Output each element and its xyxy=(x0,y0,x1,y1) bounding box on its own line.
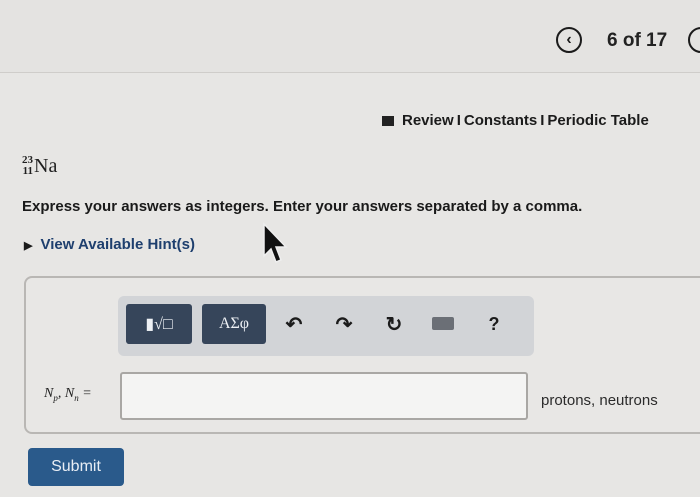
resource-links: Review I Constants I Periodic Table xyxy=(382,112,649,129)
answer-variable-label: Np, Nn = xyxy=(44,386,92,403)
instruction-text: Express your answers as integers. Enter … xyxy=(22,198,583,215)
math-toolbar: ▮√□ AΣφ ↶ ↷ ↻ ? xyxy=(118,296,534,356)
constants-link[interactable]: Constants xyxy=(464,112,537,129)
atomic-number: 11 xyxy=(22,165,33,177)
review-link[interactable]: Review xyxy=(402,112,454,129)
hints-label: View Available Hint(s) xyxy=(40,236,195,253)
nuclide-symbol: 23 11 Na xyxy=(22,150,57,182)
help-icon[interactable]: ? xyxy=(482,310,506,338)
periodic-table-link[interactable]: Periodic Table xyxy=(547,112,648,129)
nuclide-scripts: 23 11 xyxy=(22,155,33,177)
previous-button[interactable]: ‹ xyxy=(556,27,582,53)
link-separator: I xyxy=(540,112,545,129)
top-bar: ‹ 6 of 17 xyxy=(0,0,700,73)
page-count: 6 of 17 xyxy=(607,30,668,51)
equals-sign: = xyxy=(82,386,92,401)
subscript-n: n xyxy=(74,392,79,403)
view-hints-link[interactable]: ▶ View Available Hint(s) xyxy=(24,236,195,253)
units-label: protons, neutrons xyxy=(541,392,658,409)
next-button[interactable] xyxy=(688,27,700,53)
mouse-pointer-icon xyxy=(263,222,288,263)
caret-right-icon: ▶ xyxy=(24,240,33,252)
comma: , xyxy=(57,386,62,401)
element-symbol: Na xyxy=(34,154,58,177)
review-icon xyxy=(382,115,394,126)
reset-icon[interactable]: ↻ xyxy=(382,310,406,338)
answer-input[interactable] xyxy=(120,372,528,420)
n-symbol: N xyxy=(64,386,75,401)
n-symbol: N xyxy=(44,386,54,401)
chevron-left-icon: ‹ xyxy=(566,31,572,48)
symbols-button[interactable]: AΣφ xyxy=(202,304,266,344)
undo-icon[interactable]: ↶ xyxy=(282,310,306,338)
templates-button[interactable]: ▮√□ xyxy=(126,304,192,344)
link-separator: I xyxy=(456,112,461,129)
submit-button[interactable]: Submit xyxy=(28,448,124,486)
keyboard-icon[interactable] xyxy=(432,317,454,330)
redo-icon[interactable]: ↷ xyxy=(332,310,356,338)
